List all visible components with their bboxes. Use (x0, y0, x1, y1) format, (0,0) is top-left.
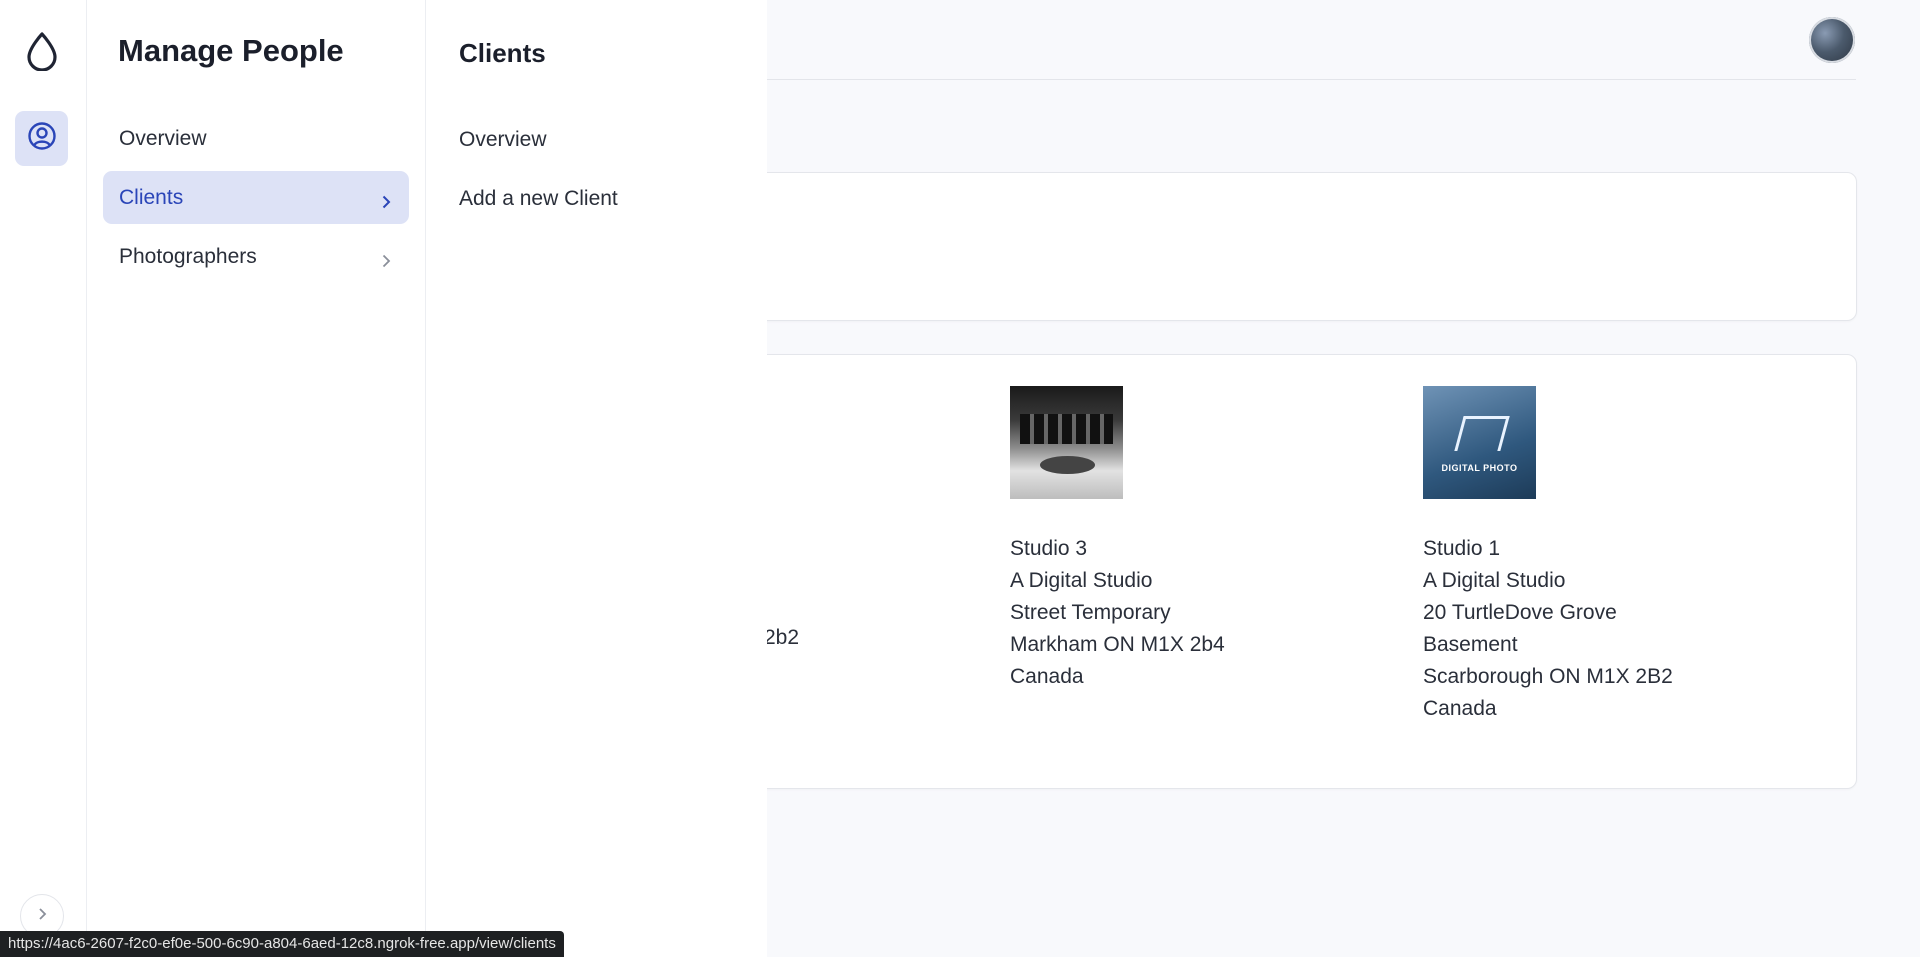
submenu-item-overview[interactable]: Overview (459, 128, 547, 152)
client-card-studio-3[interactable]: Studio 3 A Digital Studio Street Tempora… (1010, 386, 1225, 693)
droplet-icon[interactable] (24, 31, 60, 72)
submenu-title: Clients (459, 38, 546, 68)
top-bar-divider (766, 79, 1856, 80)
menu-item-overview[interactable]: Overview (103, 112, 409, 165)
client-thumbnail: DIGITAL PHOTO (1423, 386, 1536, 499)
logo-text: DIGITAL PHOTO (1441, 463, 1518, 473)
client-country: Canada (1423, 697, 1497, 720)
manage-people-menu: Manage People Overview Clients Photograp… (87, 0, 426, 957)
menu-item-clients[interactable]: Clients (103, 171, 409, 224)
chevron-right-icon (379, 191, 393, 208)
status-bar-url: https://4ac6-2607-f2c0-ef0e-500-6c90-a80… (0, 931, 564, 957)
client-name: Studio 1 (1423, 537, 1501, 560)
icon-rail (0, 0, 87, 957)
manage-people-rail-button[interactable] (15, 111, 68, 166)
clients-card (720, 354, 1857, 789)
chevron-right-icon (35, 907, 49, 926)
client-address-line: Street Temporary (1010, 601, 1171, 624)
client-city-line: Scarborough ON M1X 2B2 (1423, 665, 1673, 688)
chevron-right-icon (379, 250, 393, 267)
client-company: A Digital Studio (1423, 569, 1566, 592)
submenu-item-add-client[interactable]: Add a new Client (459, 187, 618, 211)
menu-item-label: Photographers (119, 244, 257, 268)
client-city-line: Markham ON M1X 2b4 (1010, 633, 1225, 656)
client-address-line-2: Basement (1423, 633, 1518, 656)
client-company: A Digital Studio (1010, 569, 1153, 592)
partial-client-address: 2b2 (764, 626, 800, 649)
client-thumbnail (1010, 386, 1123, 499)
menu-item-label: Clients (119, 185, 184, 209)
menu-title: Manage People (118, 33, 344, 68)
clients-submenu: Clients Overview Add a new Client (426, 0, 767, 957)
user-circle-icon (27, 121, 57, 156)
client-address-line: 20 TurtleDove Grove (1423, 601, 1617, 624)
logo-mark-icon (1454, 416, 1510, 451)
summary-card (720, 172, 1857, 321)
user-avatar[interactable] (1809, 17, 1855, 63)
client-name: Studio 3 (1010, 537, 1088, 560)
client-card-studio-1[interactable]: DIGITAL PHOTO Studio 1 A Digital Studio … (1423, 386, 1673, 725)
client-country: Canada (1010, 665, 1084, 688)
menu-item-label: Overview (119, 126, 207, 150)
menu-item-photographers[interactable]: Photographers (103, 230, 409, 283)
